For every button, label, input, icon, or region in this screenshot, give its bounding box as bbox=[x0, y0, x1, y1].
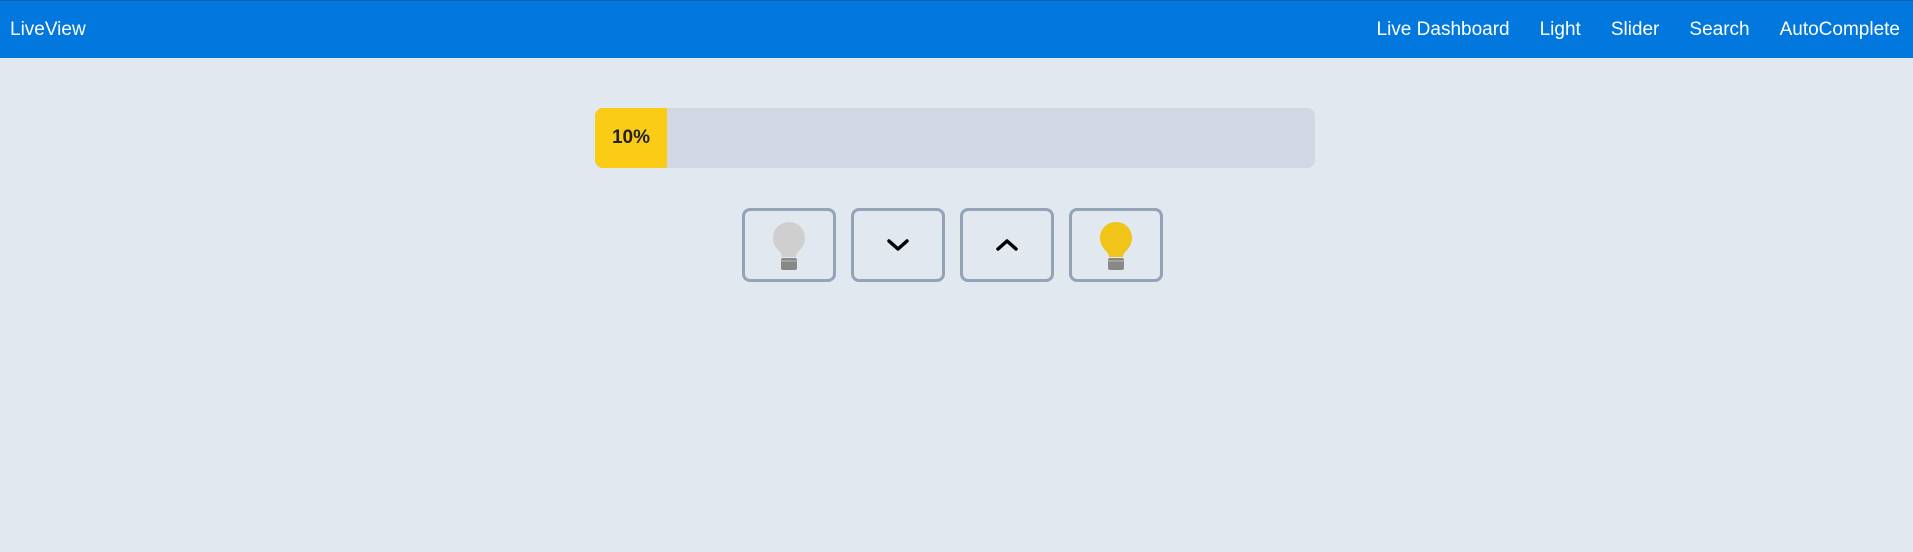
brightness-meter: 10% bbox=[595, 108, 1315, 168]
lightbulb-off-icon bbox=[773, 222, 805, 270]
light-controls bbox=[742, 208, 1163, 282]
brightness-label: 10% bbox=[611, 127, 651, 148]
nav-links: Live Dashboard Light Slider Search AutoC… bbox=[1377, 1, 1900, 58]
light-on-button[interactable] bbox=[1069, 208, 1163, 282]
brightness-meter-fill: 10% bbox=[595, 108, 667, 168]
nav-link-live-dashboard[interactable]: Live Dashboard bbox=[1377, 1, 1510, 58]
nav-link-search[interactable]: Search bbox=[1689, 1, 1749, 58]
light-off-button[interactable] bbox=[742, 208, 836, 282]
top-navbar: LiveView Live Dashboard Light Slider Sea… bbox=[0, 0, 1913, 58]
brand-link[interactable]: LiveView bbox=[10, 1, 86, 58]
nav-link-light[interactable]: Light bbox=[1540, 1, 1581, 58]
brightness-up-button[interactable] bbox=[960, 208, 1054, 282]
lightbulb-on-icon bbox=[1100, 222, 1132, 270]
nav-link-slider[interactable]: Slider bbox=[1611, 1, 1660, 58]
chevron-down-icon bbox=[887, 239, 909, 251]
nav-link-autocomplete[interactable]: AutoComplete bbox=[1780, 1, 1900, 58]
chevron-up-icon bbox=[996, 239, 1018, 251]
brightness-down-button[interactable] bbox=[851, 208, 945, 282]
